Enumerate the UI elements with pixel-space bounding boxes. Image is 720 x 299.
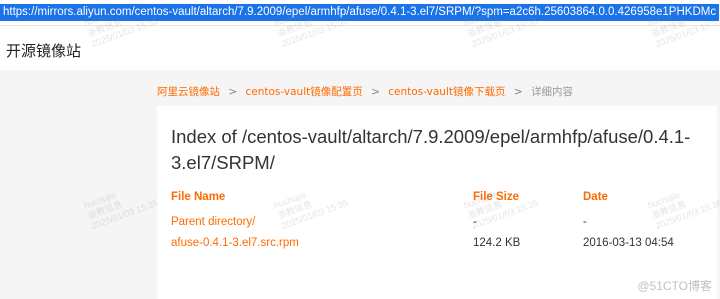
url-text[interactable]: https://mirrors.aliyun.com/centos-vault/… [0,4,720,21]
column-header-date: Date [583,191,608,203]
breadcrumb-separator: > [228,86,238,98]
breadcrumb-current: 详细内容 [531,86,573,98]
file-link-afuse-src-rpm[interactable]: afuse-0.4.1-3.el7.src.rpm [171,237,299,249]
file-date-cell: 2016-03-13 04:54 [583,237,674,249]
breadcrumb-link-home[interactable]: 阿里云镜像站 [157,86,220,98]
parent-directory-link[interactable]: Parent directory/ [171,216,255,228]
listing-panel: Index of /centos-vault/altarch/7.9.2009/… [157,106,717,299]
site-title: 开源镜像站 [6,42,82,60]
address-bar[interactable]: https://mirrors.aliyun.com/centos-vault/… [0,0,720,26]
site-header: 开源镜像站 [0,26,720,70]
breadcrumb: 阿里云镜像站 > centos-vault镜像配置页 > centos-vaul… [157,84,573,99]
file-size-cell: 124.2 KB [473,237,521,249]
file-size-cell: - [473,216,477,228]
breadcrumb-link-config[interactable]: centos-vault镜像配置页 [246,86,363,98]
breadcrumb-separator: > [371,86,380,98]
breadcrumb-link-download[interactable]: centos-vault镜像下载页 [388,86,505,98]
breadcrumb-separator: > [513,86,523,98]
column-header-size: File Size [473,191,520,203]
footer-credit: @51CTO博客 [637,279,712,293]
page-title: Index of /centos-vault/altarch/7.9.2009/… [171,126,691,173]
column-header-name: File Name [171,191,226,203]
file-date-cell: - [583,216,587,228]
